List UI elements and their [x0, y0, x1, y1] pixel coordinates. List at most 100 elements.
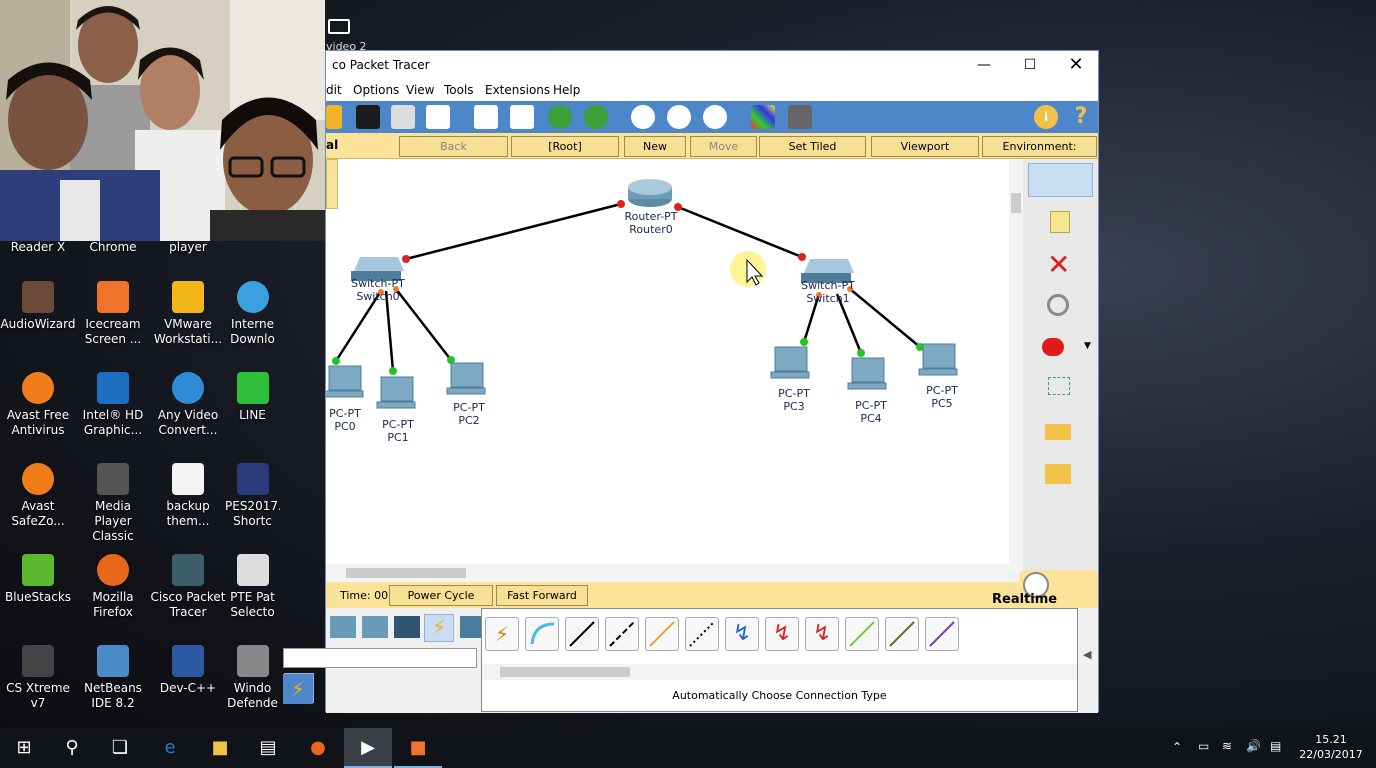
pc-icon[interactable] [918, 343, 958, 376]
edge-icon[interactable]: e [146, 728, 194, 768]
redo-icon[interactable] [584, 105, 608, 129]
desktop-icon-pes[interactable]: PES2017.e Shortc [225, 463, 280, 529]
menu-extensions[interactable]: Extensions [485, 83, 550, 97]
wifi-icon[interactable]: ≋ [1222, 739, 1232, 753]
usb-cable-icon[interactable] [925, 617, 959, 651]
pc-icon[interactable] [770, 346, 810, 379]
start-button-icon[interactable]: ⊞ [0, 728, 48, 768]
desktop-icon-csxtreme[interactable]: CS Xtreme v7 [0, 645, 76, 711]
menu-tools[interactable]: Tools [444, 83, 474, 97]
desktop-icon-mpc[interactable]: Media Player Classic [75, 463, 151, 544]
set-tiled-background-button[interactable]: Set Tiled Background [759, 136, 866, 172]
close-button[interactable]: ✕ [1053, 51, 1099, 79]
router-icon[interactable] [628, 179, 672, 207]
store-icon[interactable]: ▤ [244, 728, 292, 768]
zoom-out-icon[interactable] [703, 105, 727, 129]
video-file-icon[interactable] [328, 19, 350, 34]
desktop-icon-reader[interactable]: Reader X [0, 240, 76, 254]
packet-tracer-taskbar-icon[interactable]: ▶ [344, 728, 392, 768]
menu-view[interactable]: View [406, 83, 434, 97]
desktop-icon-intel[interactable]: Intel® HD Graphic... [75, 372, 151, 438]
scroll-thumb[interactable] [1011, 193, 1021, 213]
power-cycle-button[interactable]: Power Cycle Devices [389, 585, 493, 621]
desktop-icon-pte[interactable]: PTE Pat Selecto [225, 554, 280, 620]
environment-button[interactable]: Environment: 19:00:00 [982, 136, 1097, 172]
maximize-button[interactable]: ☐ [1007, 51, 1053, 79]
title-bar[interactable]: co Packet Tracer — ☐ ✕ [326, 51, 1098, 79]
copper-cross-over-icon[interactable] [605, 617, 639, 651]
collapse-arrow-icon[interactable]: ◀ [1083, 648, 1091, 661]
end-devices-category-icon[interactable] [394, 616, 420, 638]
add-simple-pdu-icon[interactable] [1045, 424, 1071, 440]
routers-category-icon[interactable] [330, 616, 356, 638]
realtime-mode-label[interactable]: Realtime [992, 592, 1057, 607]
icecream-taskbar-icon[interactable]: ■ [394, 728, 442, 768]
phone-cable-icon[interactable] [685, 617, 719, 651]
info-icon[interactable]: i [1034, 105, 1058, 129]
desktop-icon-netbeans[interactable]: NetBeans IDE 8.2 [75, 645, 151, 711]
desktop-icon-audiowizard[interactable]: AudioWizard [0, 281, 76, 332]
desktop-icon-devcpp[interactable]: Dev-C++ [150, 645, 226, 696]
canvas-vertical-scrollbar[interactable] [1009, 159, 1023, 574]
desktop-icon-player[interactable]: player [150, 240, 226, 254]
connections-category-icon[interactable]: ⚡ [424, 614, 454, 642]
print-icon[interactable] [391, 105, 415, 129]
pc-icon[interactable] [847, 357, 887, 390]
inspect-tool-icon[interactable] [1047, 294, 1069, 316]
zoom-in-icon[interactable] [631, 105, 655, 129]
task-view-icon[interactable]: ❏ [96, 728, 144, 768]
custom-device-icon[interactable] [788, 105, 812, 129]
desktop-icon-avast[interactable]: Avast Free Antivirus [0, 372, 76, 438]
resize-shape-tool-icon[interactable] [1048, 377, 1070, 395]
canvas-horizontal-scrollbar[interactable] [326, 564, 1009, 582]
volume-icon[interactable]: 🔊 [1246, 739, 1261, 753]
console-cable-icon[interactable] [525, 617, 559, 651]
switches-category-icon[interactable] [362, 616, 388, 638]
viewport-button[interactable]: Viewport [871, 136, 979, 157]
desktop-icon-backup[interactable]: backup them... [150, 463, 226, 529]
new-cluster-button[interactable]: New Cluster [624, 136, 686, 172]
undo-icon[interactable] [548, 105, 572, 129]
connection-list-scrollbar[interactable] [482, 664, 1077, 680]
move-object-button[interactable]: Move Object [690, 136, 757, 172]
root-button[interactable]: [Root] [511, 136, 619, 157]
save-icon[interactable] [356, 105, 380, 129]
fiber-cable-icon[interactable] [645, 617, 679, 651]
dropdown-arrow-icon[interactable]: ▼ [1084, 341, 1091, 351]
desktop-icon-line[interactable]: LINE [225, 372, 280, 423]
logical-workspace-canvas[interactable]: Router-PT Router0 Switch-PT Switch0 Switch… [326, 159, 1009, 574]
desktop-icon-packet-tracer[interactable]: Cisco Packet Tracer [150, 554, 226, 620]
desktop-icon-chrome[interactable]: Chrome [75, 240, 151, 254]
auto-connection-icon[interactable]: ⚡ [283, 674, 313, 704]
desktop-icon-firefox[interactable]: Mozilla Firefox [75, 554, 151, 620]
desktop-icon-defender[interactable]: Windo Defende [225, 645, 280, 711]
desktop-icon-safezone[interactable]: Avast SafeZo... [0, 463, 76, 529]
paste-icon[interactable] [510, 105, 534, 129]
zoom-reset-icon[interactable] [667, 105, 691, 129]
clock[interactable]: 15.21 22/03/2017 [1296, 732, 1366, 762]
tray-chevron-icon[interactable]: ⌃ [1172, 740, 1182, 754]
copy-icon[interactable] [474, 105, 498, 129]
scroll-thumb[interactable] [500, 667, 630, 677]
desktop-icon-anyvideo[interactable]: Any Video Convert... [150, 372, 226, 438]
draw-ellipse-tool-icon[interactable] [1042, 338, 1064, 356]
open-icon[interactable] [326, 105, 342, 129]
menu-options[interactable]: Options [353, 83, 399, 97]
delete-tool-icon[interactable]: ✕ [1047, 251, 1070, 279]
notification-icon[interactable]: ▤ [1270, 739, 1281, 753]
file-explorer-icon[interactable]: ■ [196, 728, 244, 768]
minimize-button[interactable]: — [961, 51, 1007, 79]
serial-dte-icon[interactable]: ↯ [805, 617, 839, 651]
scroll-thumb[interactable] [346, 568, 466, 578]
battery-icon[interactable]: ▭ [1198, 739, 1209, 753]
add-complex-pdu-icon[interactable] [1045, 464, 1071, 484]
desktop-icon-bluestacks[interactable]: BlueStacks [0, 554, 76, 605]
back-button[interactable]: Back [399, 136, 508, 157]
logical-tab[interactable]: al [326, 138, 338, 152]
palette-icon[interactable] [751, 105, 775, 129]
select-tool-icon[interactable] [1028, 163, 1093, 197]
search-icon[interactable]: ⚲ [48, 728, 96, 768]
copper-straight-through-icon[interactable] [565, 617, 599, 651]
menu-edit[interactable]: dit [326, 83, 342, 97]
note-tool-icon[interactable] [1050, 211, 1070, 233]
